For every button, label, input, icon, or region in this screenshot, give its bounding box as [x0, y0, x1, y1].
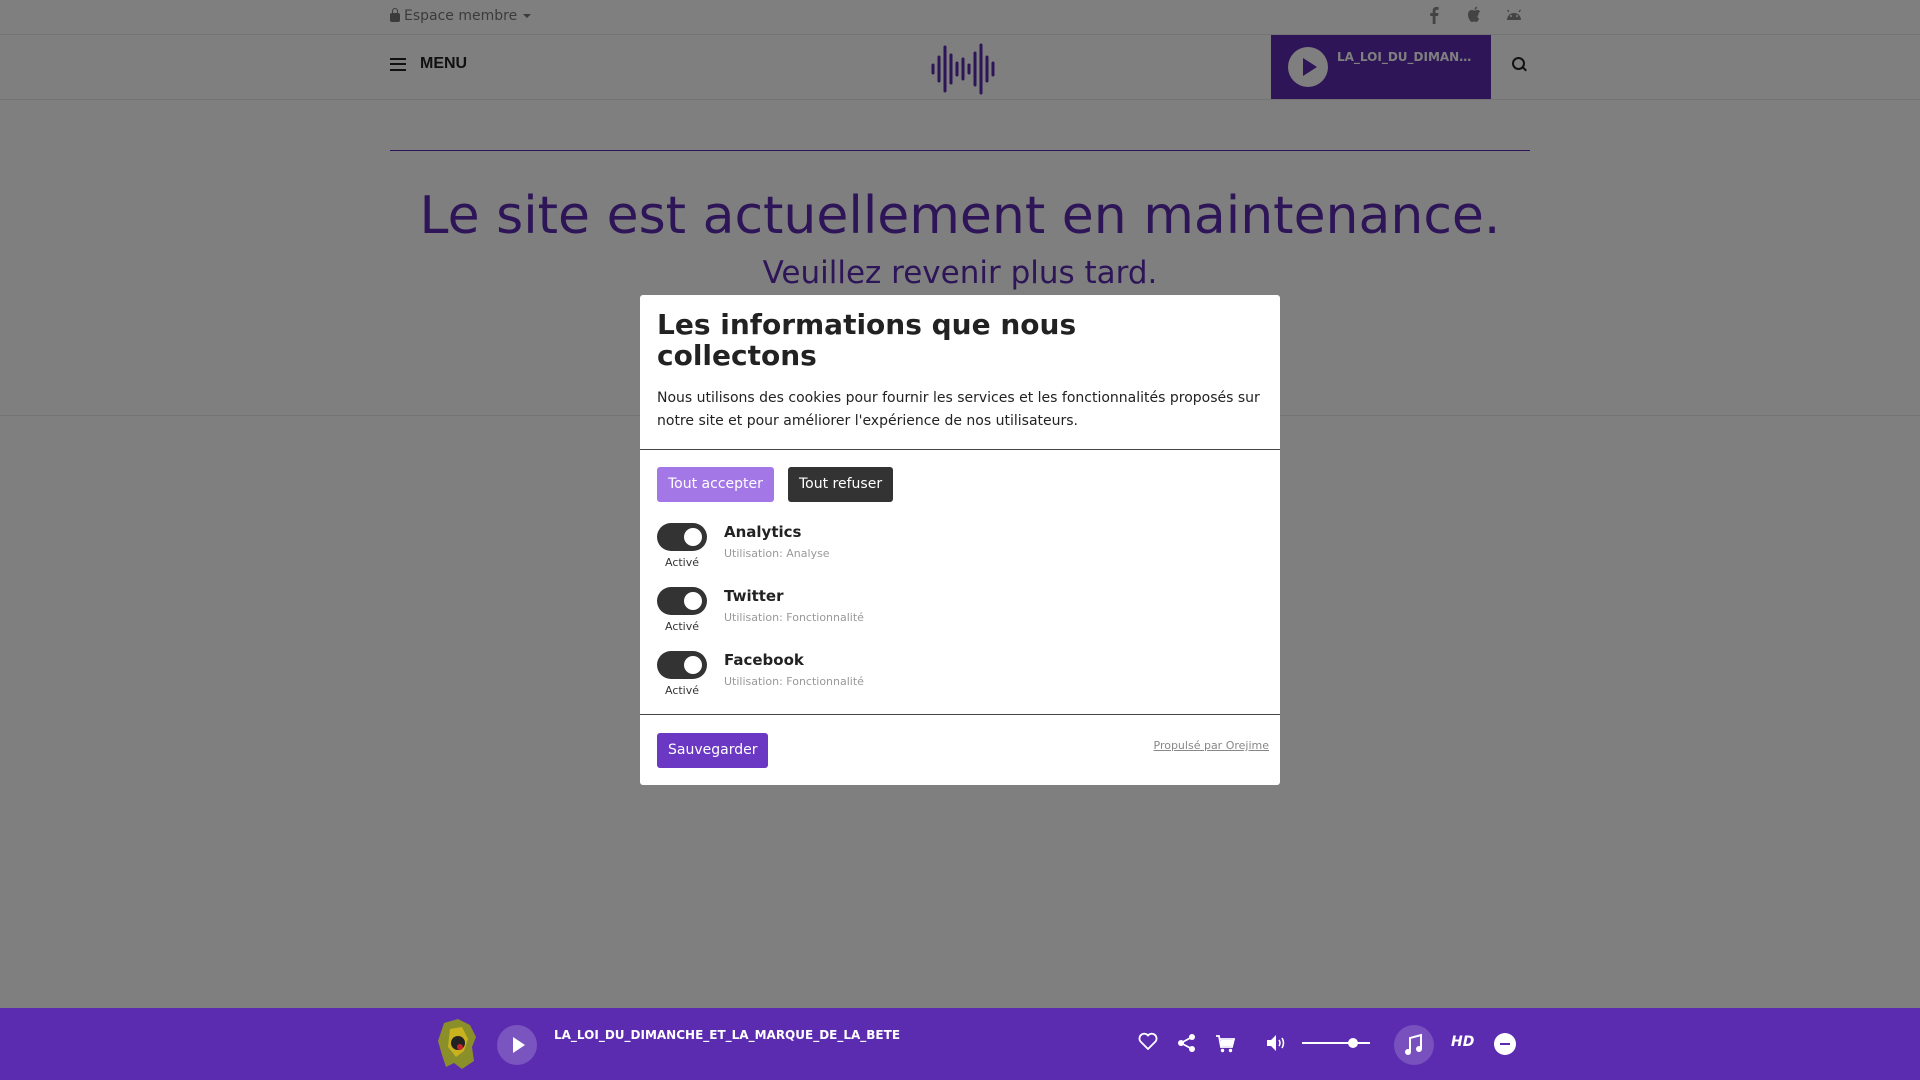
purpose-facebook: Activé Facebook Utilisation: Fonctionnal… — [657, 651, 1257, 701]
analytics-toggle[interactable] — [657, 523, 707, 551]
modal-header: Les informations que nous collectons Nou… — [640, 295, 1280, 450]
powered-by-link[interactable]: Propulsé par Orejime — [1154, 739, 1270, 752]
facebook-usage: Utilisation: Fonctionnalité — [724, 675, 864, 688]
twitter-toggle[interactable] — [657, 587, 707, 615]
cookie-consent-modal: Les informations que nous collectons Nou… — [640, 295, 1280, 785]
player-play-button[interactable] — [497, 1025, 537, 1065]
heart-icon[interactable] — [1138, 1032, 1158, 1054]
hd-quality-toggle[interactable]: HD — [1451, 1034, 1474, 1050]
modal-title: Les informations que nous collectons — [657, 308, 1077, 372]
facebook-state: Activé — [664, 684, 700, 697]
analytics-name: Analytics — [724, 523, 802, 541]
analytics-state: Activé — [664, 556, 700, 569]
cart-icon[interactable] — [1215, 1035, 1236, 1057]
volume-slider-handle[interactable] — [1348, 1038, 1358, 1048]
facebook-toggle[interactable] — [657, 651, 707, 679]
facebook-name: Facebook — [724, 651, 804, 669]
modal-description: Nous utilisons des cookies pour fournir … — [657, 390, 1260, 429]
player-track-title: LA_LOI_DU_DIMANCHE_ET_LA_MARQUE_DE_LA_BE… — [554, 1028, 901, 1042]
share-icon[interactable] — [1177, 1033, 1197, 1057]
audio-player-bar: LA_LOI_DU_DIMANCHE_ET_LA_MARQUE_DE_LA_BE… — [0, 1008, 1920, 1080]
volume-slider-track[interactable] — [1302, 1042, 1370, 1044]
purpose-analytics: Activé Analytics Utilisation: Analyse — [657, 523, 1257, 573]
modal-footer-divider — [640, 714, 1280, 715]
twitter-state: Activé — [664, 620, 700, 633]
purpose-twitter: Activé Twitter Utilisation: Fonctionnali… — [657, 587, 1257, 637]
minimize-player-icon[interactable] — [1494, 1033, 1516, 1055]
analytics-usage: Utilisation: Analyse — [724, 547, 830, 560]
save-button[interactable]: Sauvegarder — [657, 733, 769, 768]
volume-icon[interactable] — [1266, 1034, 1288, 1056]
accept-all-button[interactable]: Tout accepter — [657, 467, 774, 502]
twitter-name: Twitter — [724, 587, 784, 605]
refuse-all-button[interactable]: Tout refuser — [788, 467, 894, 502]
twitter-usage: Utilisation: Fonctionnalité — [724, 611, 864, 624]
track-cover-image — [436, 1017, 480, 1071]
music-note-button[interactable] — [1394, 1025, 1434, 1065]
